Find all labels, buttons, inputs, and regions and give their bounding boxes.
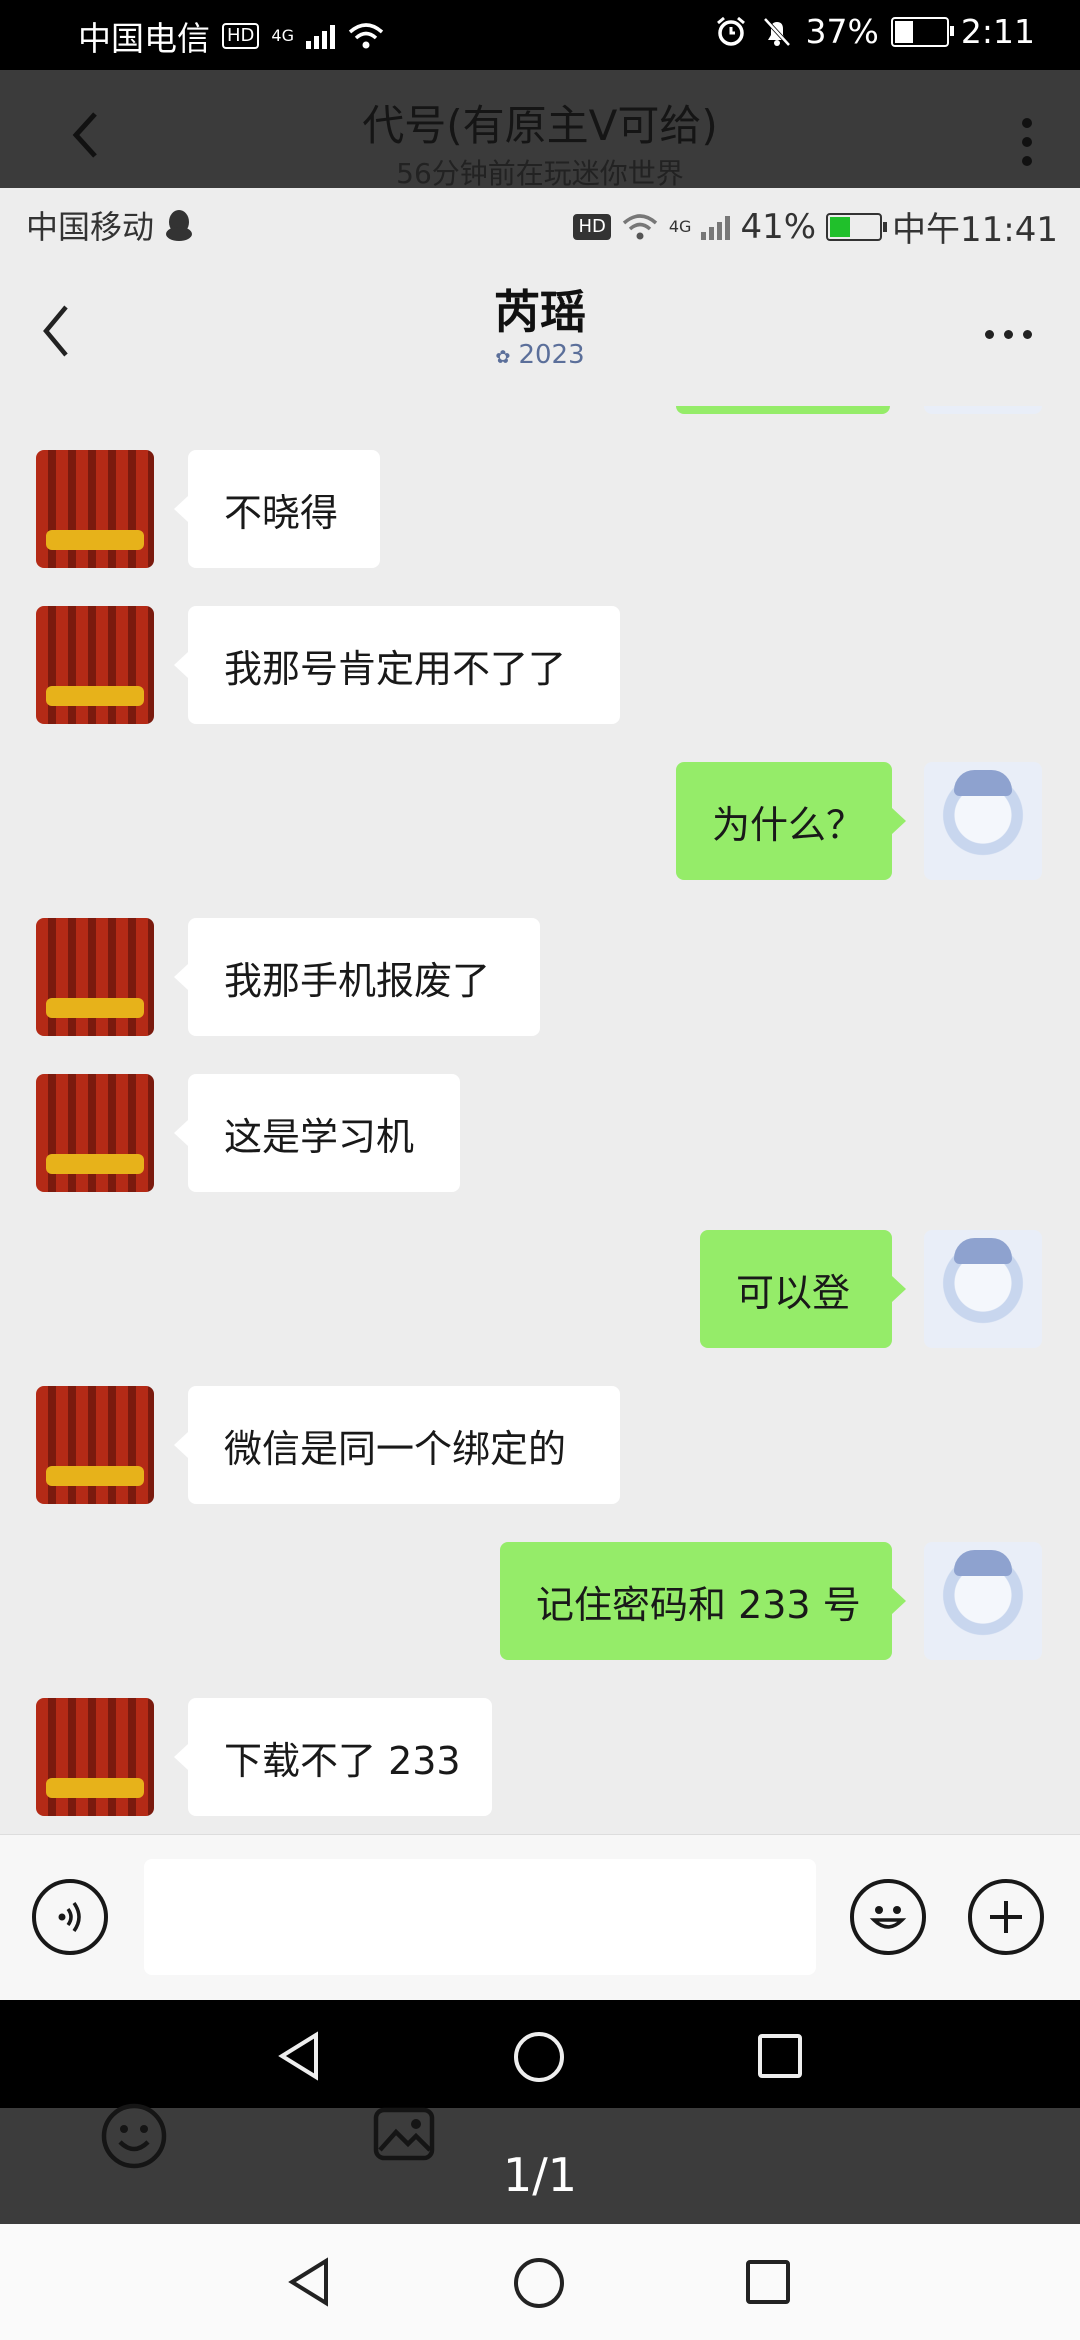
inner-time: 中午11:41 — [892, 210, 1058, 250]
received-message-bubble[interactable]: 下载不了 233 — [174, 1698, 492, 1816]
outer-app-header: 代号(有原主V可给) 56分钟前在玩迷你世界 — [0, 70, 1080, 190]
emoji-button[interactable] — [850, 1879, 926, 1955]
inner-nav-back-icon[interactable] — [274, 2030, 324, 2082]
outer-battery-icon — [890, 16, 954, 47]
contact-avatar[interactable] — [36, 1698, 154, 1816]
sent-message-bubble[interactable]: 可以登 — [700, 1230, 906, 1348]
inner-navigation-bar — [0, 2000, 1080, 2108]
signal-icon — [305, 23, 335, 49]
inner-wifi-icon — [622, 213, 658, 239]
received-message-bubble[interactable]: 我那手机报废了 — [174, 918, 540, 1036]
alarm-icon — [716, 16, 745, 46]
received-message-bubble[interactable]: 我那号肯定用不了了 — [174, 606, 620, 724]
inner-status-bar: 中国移动 HD 4G 41% 中午11:41 — [0, 188, 1080, 258]
outer-nav-recents-icon[interactable] — [744, 2258, 792, 2306]
plus-icon — [990, 1901, 1022, 1933]
sent-message-bubble[interactable]: 记住密码和 233 号 — [500, 1542, 906, 1660]
chat-title: 芮瑶 — [494, 285, 586, 339]
outer-carrier: 中国电信 — [78, 19, 210, 58]
message-text: 我那手机报废了 — [224, 958, 491, 1003]
wifi-icon — [348, 23, 384, 49]
message-text: 为什么？ — [712, 802, 865, 847]
inner-status-right: HD 4G 41% 中午11:41 — [573, 202, 1058, 251]
inner-hd-badge-icon: HD — [573, 213, 611, 240]
received-message-bubble[interactable]: 这是学习机 — [174, 1074, 460, 1192]
inner-nav-recents-icon[interactable] — [756, 2032, 804, 2080]
voice-icon — [58, 1901, 81, 1933]
my-avatar[interactable] — [924, 406, 1042, 414]
mute-bell-icon — [763, 17, 791, 46]
chat-subtitle: ✿ 2023 — [0, 340, 1080, 370]
outer-time: 2:11 — [960, 12, 1035, 51]
chat-subtitle-year: 2023 — [518, 340, 585, 370]
outer-nav-home-icon[interactable] — [512, 2256, 566, 2310]
contact-avatar[interactable] — [36, 1074, 154, 1192]
outer-title: 代号(有原主V可给) — [362, 101, 718, 150]
outer-status-bar: 中国电信 HD 4G 37% 2:11 — [0, 0, 1080, 70]
my-avatar[interactable] — [924, 762, 1042, 880]
chat-input-bar — [0, 1834, 1080, 2001]
received-message-bubble[interactable]: 微信是同一个绑定的 — [174, 1386, 620, 1504]
page-indicator: 1/1 — [502, 2148, 578, 2202]
sent-message-bubble[interactable]: 为什么？ — [676, 762, 906, 880]
outer-battery-percent: 37% — [805, 12, 879, 51]
outer-nav-back-icon[interactable] — [284, 2256, 334, 2308]
message-list[interactable]: 不晓得我那号肯定用不了了为什么？ 我那手机报废了 这是学习机可以登微信是同一个绑定的… — [0, 406, 1080, 1834]
message-text: 记住密码和 233 号 — [536, 1582, 861, 1627]
inner-signal-icon — [701, 214, 731, 240]
contact-avatar[interactable] — [36, 1386, 154, 1504]
message-bubble-partial[interactable] — [676, 406, 890, 414]
outer-more-icon[interactable] — [1022, 118, 1032, 166]
outer-subtitle: 56分钟前在玩迷你世界 — [396, 157, 684, 190]
outer-status-right: 37% 2:11 — [714, 12, 1035, 51]
outer-navigation-bar — [0, 2224, 1080, 2340]
contact-avatar[interactable] — [36, 450, 154, 568]
my-avatar[interactable] — [924, 1230, 1042, 1348]
contact-avatar[interactable] — [36, 918, 154, 1036]
message-input[interactable] — [144, 1859, 816, 1975]
outer-status-left: 中国电信 HD 4G — [78, 12, 385, 60]
flower-badge-icon: ✿ — [495, 347, 511, 368]
inner-nav-home-icon[interactable] — [512, 2030, 566, 2084]
inner-battery-percent: 41% — [740, 206, 817, 247]
message-text: 不晓得 — [224, 490, 339, 535]
received-message-bubble[interactable]: 不晓得 — [174, 450, 380, 568]
message-text: 微信是同一个绑定的 — [224, 1426, 567, 1471]
more-icon[interactable] — [985, 330, 1032, 339]
chat-header: 芮瑶 ✿ 2023 — [0, 258, 1080, 406]
message-text: 可以登 — [736, 1270, 851, 1315]
message-text: 我那号肯定用不了了 — [224, 646, 567, 691]
hd-badge-icon: HD — [222, 23, 260, 49]
message-text: 这是学习机 — [224, 1114, 415, 1159]
inner-network-type: 4G — [668, 216, 692, 236]
inner-carrier: 中国移动 — [26, 208, 155, 246]
emoji-icon — [869, 1906, 907, 1929]
my-avatar[interactable] — [924, 1542, 1042, 1660]
image-viewer-toolbar: 1/1 — [0, 2103, 1080, 2224]
voice-button[interactable] — [32, 1879, 108, 1955]
network-type: 4G — [271, 26, 294, 45]
message-text: 下载不了 233 — [224, 1738, 461, 1783]
inner-status-left: 中国移动 — [26, 202, 194, 248]
contact-avatar[interactable] — [36, 606, 154, 724]
inner-battery-icon — [826, 212, 888, 241]
plus-button[interactable] — [968, 1879, 1044, 1955]
qq-penguin-icon — [166, 210, 193, 241]
